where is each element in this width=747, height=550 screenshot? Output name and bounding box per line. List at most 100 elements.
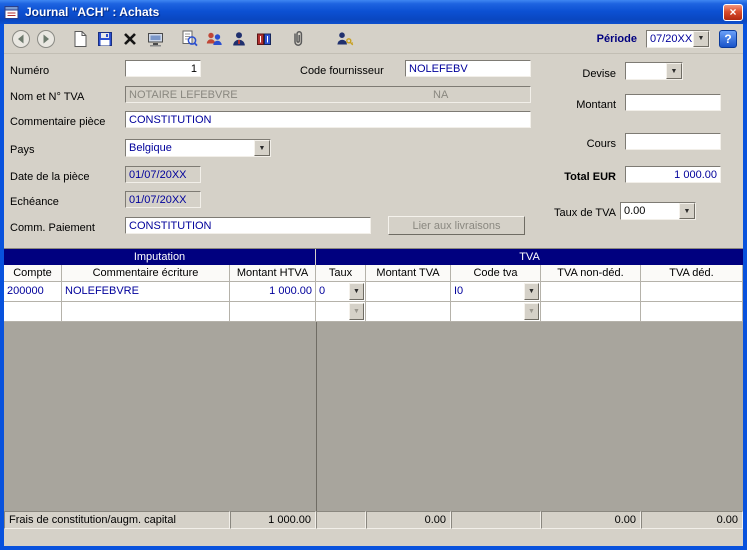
close-button[interactable]: ×	[723, 4, 743, 21]
search-icon	[180, 29, 199, 48]
total-tva-non-ded: 0.00	[541, 511, 641, 529]
total-montant-tva: 0.00	[366, 511, 451, 529]
date-piece-label: Date de la pièce	[10, 171, 90, 183]
delete-icon	[122, 31, 138, 47]
cours-label: Cours	[560, 138, 616, 150]
pays-label: Pays	[10, 144, 34, 156]
client-area: Période 07/20XX ▼ ? Numéro Code fourniss…	[4, 24, 743, 546]
devise-dropdown[interactable]: ▼	[625, 62, 683, 80]
cell-compte-row1[interactable]	[4, 302, 62, 322]
cell-montant-tva-row1[interactable]	[366, 302, 451, 322]
total-code-tva	[451, 511, 541, 529]
numero-label: Numéro	[10, 65, 49, 77]
col-header-montant-tva: Montant TVA	[366, 265, 451, 282]
nom-value: NOTAIRE LEFEBVRE	[129, 89, 238, 101]
chevron-down-icon[interactable]: ▼	[349, 283, 364, 300]
cell-taux-row0[interactable]: 0 ▼	[316, 282, 366, 302]
delete-button[interactable]	[119, 27, 141, 51]
commentaire-piece-input[interactable]	[125, 111, 531, 128]
new-document-icon	[71, 30, 89, 48]
code-tva-value: I0	[454, 285, 463, 297]
echeance-input[interactable]	[125, 191, 201, 208]
taux-tva-value: 0.00	[624, 205, 678, 217]
periode-dropdown[interactable]: 07/20XX ▼	[646, 30, 710, 48]
cell-tva-ded-row0[interactable]	[641, 282, 743, 302]
cell-taux-row1[interactable]: ▼	[316, 302, 366, 322]
next-record-icon	[36, 29, 56, 49]
chevron-down-icon[interactable]: ▼	[666, 63, 682, 79]
grid-row: 200000 NOLEFEBVRE 1 000.00 0 ▼ I0 ▼	[4, 282, 743, 302]
cell-commentaire-row1[interactable]	[62, 302, 230, 322]
contacts-button[interactable]	[203, 27, 225, 51]
taux-tva-label: Taux de TVA	[540, 207, 616, 219]
cell-compte-row0[interactable]: 200000	[4, 282, 62, 302]
save-button[interactable]	[94, 27, 116, 51]
col-header-taux: Taux	[316, 265, 366, 282]
col-header-code-tva: Code tva	[451, 265, 541, 282]
books-icon	[255, 30, 273, 48]
attachment-button[interactable]	[287, 27, 309, 51]
taux-tva-dropdown[interactable]: 0.00 ▼	[620, 202, 696, 220]
chevron-down-icon[interactable]: ▼	[679, 203, 695, 219]
save-icon	[96, 30, 114, 48]
pays-value: Belgique	[129, 142, 253, 154]
pays-dropdown[interactable]: Belgique ▼	[125, 139, 271, 157]
total-eur-input[interactable]	[625, 166, 721, 183]
user-icon	[230, 30, 248, 48]
col-header-tva-ded: TVA déd.	[641, 265, 743, 282]
help-button[interactable]: ?	[719, 30, 737, 48]
lier-livraisons-button[interactable]: Lier aux livraisons	[388, 216, 525, 235]
chevron-down-icon: ▼	[524, 303, 539, 320]
user-button[interactable]	[228, 27, 250, 51]
cell-tva-non-ded-row0[interactable]	[541, 282, 641, 302]
window-title: Journal "ACH" : Achats	[25, 5, 159, 19]
print-icon	[146, 30, 165, 48]
chevron-down-icon[interactable]: ▼	[693, 31, 709, 47]
taux-value: 0	[319, 285, 325, 297]
tva-section-header: TVA	[316, 249, 743, 265]
code-fournisseur-input[interactable]	[405, 60, 531, 77]
user-key-icon	[335, 30, 354, 48]
previous-record-button[interactable]	[10, 27, 32, 51]
section-divider	[316, 322, 317, 511]
new-document-button[interactable]	[69, 27, 91, 51]
periode-label: Période	[597, 33, 637, 45]
chevron-down-icon[interactable]: ▼	[524, 283, 539, 300]
title-bar: Journal "ACH" : Achats ×	[0, 0, 747, 24]
imputation-section-header: Imputation	[4, 249, 316, 265]
cell-tva-ded-row1[interactable]	[641, 302, 743, 322]
total-eur-label: Total EUR	[544, 171, 616, 183]
app-window: Journal "ACH" : Achats ×	[0, 0, 747, 550]
numero-input[interactable]	[125, 60, 201, 77]
books-button[interactable]	[253, 27, 275, 51]
echeance-label: Echéance	[10, 196, 59, 208]
tva-code-value: NA	[433, 89, 448, 101]
comm-paiement-label: Comm. Paiement	[10, 222, 95, 234]
grid-row: ▼ ▼	[4, 302, 743, 322]
periode-group: Période 07/20XX ▼ ?	[597, 30, 737, 48]
col-header-compte: Compte	[4, 265, 62, 282]
previous-record-icon	[11, 29, 31, 49]
cell-montant-tva-row0[interactable]	[366, 282, 451, 302]
cell-tva-non-ded-row1[interactable]	[541, 302, 641, 322]
account-description-label: Frais de constitution/augm. capital	[4, 511, 230, 529]
montant-input[interactable]	[625, 94, 721, 111]
user-key-button[interactable]	[333, 27, 355, 51]
cours-input[interactable]	[625, 133, 721, 150]
cell-commentaire-row0[interactable]: NOLEFEBVRE	[62, 282, 230, 302]
entries-grid: Imputation TVA Compte Commentaire écritu…	[4, 248, 743, 528]
chevron-down-icon[interactable]: ▼	[254, 140, 270, 156]
code-fournisseur-label: Code fournisseur	[300, 65, 384, 77]
date-piece-input[interactable]	[125, 166, 201, 183]
search-button[interactable]	[178, 27, 200, 51]
next-record-button[interactable]	[35, 27, 57, 51]
cell-code-tva-row1[interactable]: ▼	[451, 302, 541, 322]
total-tva-ded: 0.00	[641, 511, 743, 529]
cell-montant-htva-row0[interactable]: 1 000.00	[230, 282, 316, 302]
cell-montant-htva-row1[interactable]	[230, 302, 316, 322]
nom-tva-field: NOTAIRE LEFEBVRE NA	[125, 86, 531, 103]
comm-paiement-input[interactable]	[125, 217, 371, 234]
print-button[interactable]	[144, 27, 166, 51]
cell-code-tva-row0[interactable]: I0 ▼	[451, 282, 541, 302]
commentaire-piece-label: Commentaire pièce	[10, 116, 105, 128]
